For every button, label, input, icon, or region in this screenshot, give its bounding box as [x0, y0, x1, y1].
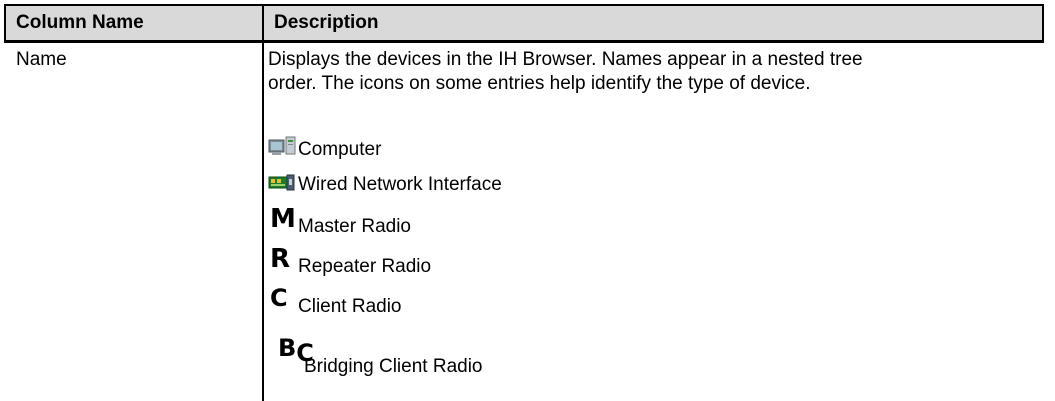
legend-label: Client Radio — [298, 296, 402, 317]
legend-label: Computer — [298, 139, 382, 160]
table-left-border — [4, 4, 6, 43]
column-divider — [262, 4, 264, 401]
description-line: order. The icons on some entries help id… — [268, 73, 811, 94]
row-name-cell: Name — [16, 49, 67, 70]
header-description: Description — [264, 6, 1042, 40]
row-description: Displays the devices in the IH Browser. … — [268, 48, 1028, 96]
description-line: Displays the devices in the IH Browser. … — [268, 49, 863, 70]
header-column-name: Column Name — [6, 6, 262, 40]
repeater-radio-icon: R — [270, 244, 291, 274]
table-right-border — [1042, 4, 1044, 43]
header-bottom-border — [4, 40, 1044, 43]
client-radio-icon: C — [270, 284, 288, 312]
legend-label: Wired Network Interface — [298, 174, 502, 195]
legend-label: Master Radio — [298, 216, 411, 237]
legend-label: Bridging Client Radio — [304, 356, 483, 377]
master-radio-icon: M — [270, 204, 296, 234]
legend-label: Repeater Radio — [298, 256, 432, 277]
